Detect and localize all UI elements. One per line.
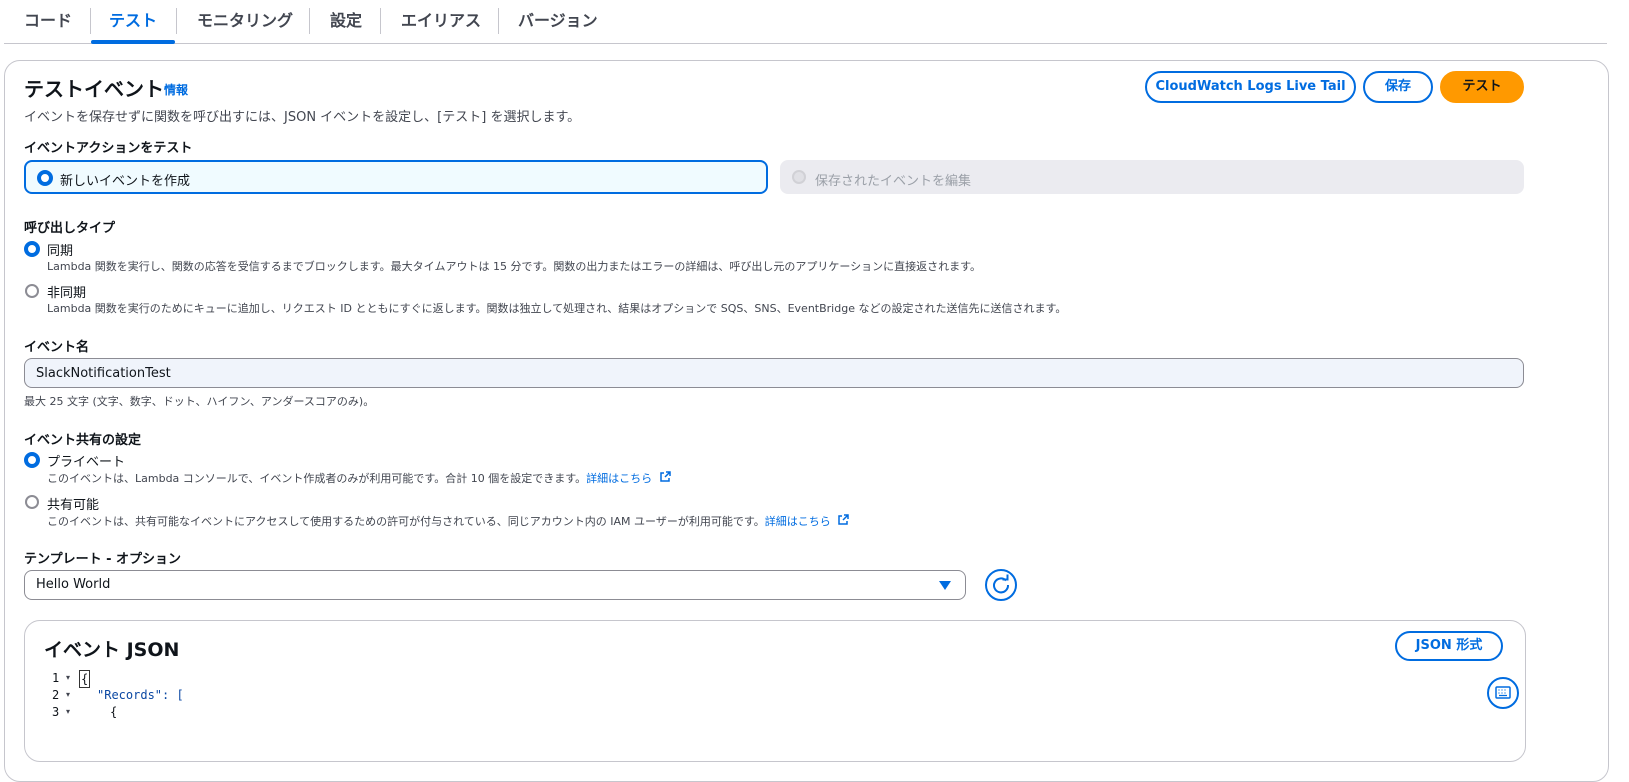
sync-radio[interactable] — [24, 241, 40, 257]
async-option-desc: Lambda 関数を実行のためにキューに追加し、リクエスト ID とともにすぐに… — [47, 302, 1067, 315]
tab-separator — [498, 8, 499, 34]
template-selected-value: Hello World — [36, 577, 111, 592]
tab-test[interactable]: テスト — [91, 0, 175, 44]
tab-bar: コード テスト モニタリング 設定 エイリアス バージョン — [4, 0, 1607, 44]
line-number: 1 — [52, 671, 60, 685]
template-label: テンプレート - オプション — [24, 552, 182, 567]
refresh-icon — [993, 574, 1010, 594]
tab-versions[interactable]: バージョン — [518, 0, 598, 43]
sharing-label: イベント共有の設定 — [24, 433, 142, 448]
json-format-button[interactable]: JSON 形式 — [1395, 631, 1503, 661]
shareable-option-desc-row: このイベントは、共有可能なイベントにアクセスして使用するための許可が付与されてい… — [47, 513, 849, 529]
event-name-input[interactable] — [24, 358, 1524, 388]
keyboard-icon — [1495, 686, 1511, 699]
edit-saved-event-radio — [792, 170, 806, 184]
edit-saved-event-tile: 保存されたイベントを編集 — [780, 160, 1524, 194]
async-radio[interactable] — [25, 284, 39, 298]
code-line[interactable]: { — [79, 670, 91, 688]
caret-down-icon — [939, 581, 951, 590]
async-option-title[interactable]: 非同期 — [47, 282, 86, 301]
tab-monitoring[interactable]: モニタリング — [197, 0, 293, 43]
tab-code[interactable]: コード — [24, 0, 72, 43]
create-new-event-tile[interactable]: 新しいイベントを作成 — [24, 160, 768, 194]
event-json-title: イベント JSON — [44, 639, 180, 661]
refresh-button[interactable] — [985, 569, 1017, 601]
shareable-option-desc: このイベントは、共有可能なイベントにアクセスして使用するための許可が付与されてい… — [47, 515, 765, 528]
shareable-radio[interactable] — [25, 495, 39, 509]
create-new-event-label: 新しいイベントを作成 — [60, 174, 191, 189]
code-line[interactable]: { — [110, 705, 117, 719]
fold-arrow-icon[interactable]: ▾ — [66, 707, 70, 716]
tab-separator — [176, 8, 177, 34]
private-learn-more-link[interactable]: 詳細はこちら — [586, 472, 652, 485]
external-link-icon — [659, 471, 671, 482]
line-number: 3 — [52, 705, 60, 719]
line-number: 2 — [52, 688, 60, 702]
event-name-hint: 最大 25 文字 (文字、数字、ドット、ハイフン、アンダースコアのみ)。 — [24, 395, 375, 408]
keyboard-shortcuts-button[interactable] — [1487, 677, 1519, 709]
info-link[interactable]: 情報 — [164, 81, 188, 98]
tab-aliases[interactable]: エイリアス — [401, 0, 481, 43]
fold-arrow-icon[interactable]: ▾ — [66, 690, 70, 699]
panel-description: イベントを保存せずに関数を呼び出すには、JSON イベントを設定し、[テスト] … — [24, 110, 581, 125]
code-line[interactable]: "Records": [ — [97, 688, 184, 702]
event-action-label: イベントアクションをテスト — [24, 141, 193, 156]
sync-option-desc: Lambda 関数を実行し、関数の応答を受信するまでブロックします。最大タイムア… — [47, 260, 982, 273]
shareable-option-title[interactable]: 共有可能 — [47, 494, 99, 513]
cloudwatch-live-tail-button[interactable]: CloudWatch Logs Live Tail — [1145, 71, 1356, 103]
save-button[interactable]: 保存 — [1363, 71, 1433, 103]
fold-arrow-icon[interactable]: ▾ — [66, 673, 70, 682]
private-option-title[interactable]: プライベート — [47, 451, 125, 470]
private-option-desc-row: このイベントは、Lambda コンソールで、イベント作成者のみが利用可能です。合… — [47, 470, 671, 486]
external-link-icon — [838, 514, 849, 525]
invocation-type-label: 呼び出しタイプ — [24, 221, 116, 236]
shareable-learn-more-link[interactable]: 詳細はこちら — [765, 515, 831, 528]
template-select[interactable]: Hello World — [24, 570, 966, 600]
create-new-event-radio[interactable] — [37, 170, 53, 186]
tab-separator — [380, 8, 381, 34]
panel-title: テストイベント — [24, 77, 164, 101]
private-radio[interactable] — [24, 452, 40, 468]
sync-option-title[interactable]: 同期 — [47, 240, 73, 259]
event-name-label: イベント名 — [24, 340, 90, 355]
tab-separator — [309, 8, 310, 34]
test-button[interactable]: テスト — [1440, 71, 1524, 103]
private-option-desc: このイベントは、Lambda コンソールで、イベント作成者のみが利用可能です。合… — [47, 472, 587, 485]
edit-saved-event-label: 保存されたイベントを編集 — [815, 174, 972, 189]
tab-settings[interactable]: 設定 — [330, 0, 362, 43]
